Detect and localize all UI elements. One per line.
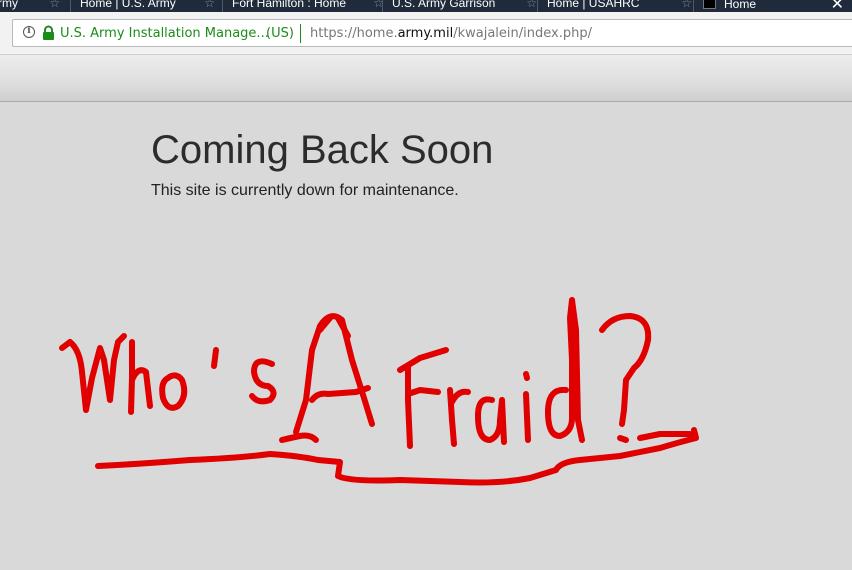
handwritten-annotation [59,297,699,486]
